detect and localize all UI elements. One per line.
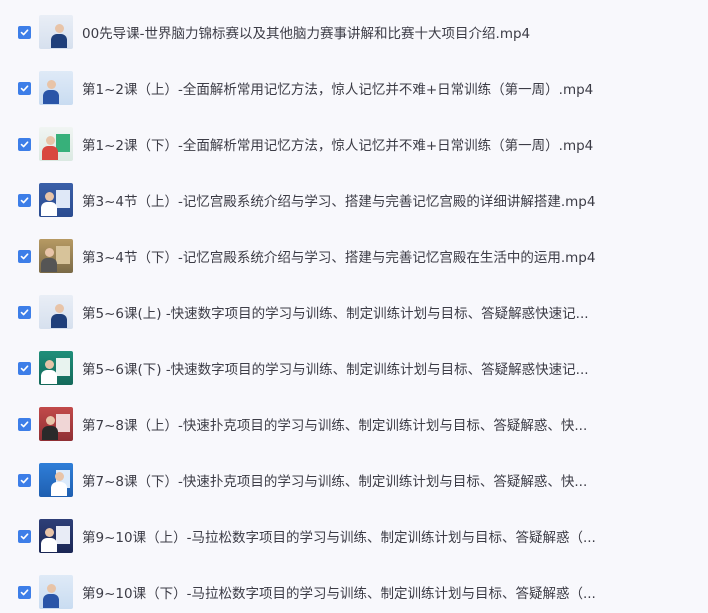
file-row[interactable]: 00先导课-世界脑力锦标赛以及其他脑力赛事讲解和比赛十大项目介绍.mp4 [0,4,708,60]
file-checkbox[interactable] [18,529,31,543]
file-row[interactable]: 第7~8课（下）-快速扑克项目的学习与训练、制定训练计划与目标、答疑解惑、快..… [0,452,708,508]
file-name[interactable]: 第1~2课（上）-全面解析常用记忆方法，惊人记忆并不难+日常训练（第一周）.mp… [82,78,593,98]
check-icon [20,196,29,203]
check-icon [20,140,29,147]
file-name[interactable]: 第7~8课（上）-快速扑克项目的学习与训练、制定训练计划与目标、答疑解惑、快..… [82,414,587,434]
file-row[interactable]: 第5~6课(下) -快速数字项目的学习与训练、制定训练计划与目标、答疑解惑快速记… [0,340,708,396]
file-row[interactable]: 第1~2课（下）-全面解析常用记忆方法，惊人记忆并不难+日常训练（第一周）.mp… [0,116,708,172]
file-checkbox[interactable] [18,361,31,375]
check-icon [20,252,29,259]
file-checkbox[interactable] [18,417,31,431]
check-icon [20,476,29,483]
file-name[interactable]: 第3~4节（上）-记忆宫殿系统介绍与学习、搭建与完善记忆宫殿的详细讲解搭建.mp… [82,190,595,210]
file-name[interactable]: 第3~4节（下）-记忆宫殿系统介绍与学习、搭建与完善记忆宫殿在生活中的运用.mp… [82,246,595,266]
video-thumbnail-icon [39,239,73,273]
file-checkbox[interactable] [18,585,31,599]
video-thumbnail-icon [39,295,73,329]
file-name[interactable]: 第9~10课（上）-马拉松数字项目的学习与训练、制定训练计划与目标、答疑解惑（.… [82,526,596,546]
file-name[interactable]: 第9~10课（下）-马拉松数字项目的学习与训练、制定训练计划与目标、答疑解惑（.… [82,582,596,602]
file-row[interactable]: 第1~2课（上）-全面解析常用记忆方法，惊人记忆并不难+日常训练（第一周）.mp… [0,60,708,116]
video-thumbnail-icon [39,71,73,105]
file-checkbox[interactable] [18,25,31,39]
check-icon [20,364,29,371]
check-icon [20,308,29,315]
file-name[interactable]: 第5~6课(下) -快速数字项目的学习与训练、制定训练计划与目标、答疑解惑快速记… [82,358,589,378]
video-thumbnail-icon [39,351,73,385]
file-row[interactable]: 第9~10课（上）-马拉松数字项目的学习与训练、制定训练计划与目标、答疑解惑（.… [0,508,708,564]
check-icon [20,420,29,427]
file-name[interactable]: 第7~8课（下）-快速扑克项目的学习与训练、制定训练计划与目标、答疑解惑、快..… [82,470,587,490]
file-name[interactable]: 第5~6课(上) -快速数字项目的学习与训练、制定训练计划与目标、答疑解惑快速记… [82,302,589,322]
file-checkbox[interactable] [18,81,31,95]
file-checkbox[interactable] [18,305,31,319]
video-thumbnail-icon [39,183,73,217]
file-checkbox[interactable] [18,249,31,263]
video-thumbnail-icon [39,519,73,553]
check-icon [20,28,29,35]
file-checkbox[interactable] [18,193,31,207]
file-checkbox[interactable] [18,473,31,487]
file-list: 00先导课-世界脑力锦标赛以及其他脑力赛事讲解和比赛十大项目介绍.mp4 第1~2… [0,0,708,613]
video-thumbnail-icon [39,15,73,49]
check-icon [20,84,29,91]
file-name[interactable]: 00先导课-世界脑力锦标赛以及其他脑力赛事讲解和比赛十大项目介绍.mp4 [82,22,530,42]
file-row[interactable]: 第5~6课(上) -快速数字项目的学习与训练、制定训练计划与目标、答疑解惑快速记… [0,284,708,340]
check-icon [20,532,29,539]
file-row[interactable]: 第7~8课（上）-快速扑克项目的学习与训练、制定训练计划与目标、答疑解惑、快..… [0,396,708,452]
file-row[interactable]: 第3~4节（上）-记忆宫殿系统介绍与学习、搭建与完善记忆宫殿的详细讲解搭建.mp… [0,172,708,228]
file-checkbox[interactable] [18,137,31,151]
file-row[interactable]: 第9~10课（下）-马拉松数字项目的学习与训练、制定训练计划与目标、答疑解惑（.… [0,564,708,613]
file-name[interactable]: 第1~2课（下）-全面解析常用记忆方法，惊人记忆并不难+日常训练（第一周）.mp… [82,134,593,154]
video-thumbnail-icon [39,463,73,497]
file-row[interactable]: 第3~4节（下）-记忆宫殿系统介绍与学习、搭建与完善记忆宫殿在生活中的运用.mp… [0,228,708,284]
video-thumbnail-icon [39,127,73,161]
video-thumbnail-icon [39,407,73,441]
video-thumbnail-icon [39,575,73,609]
check-icon [20,588,29,595]
